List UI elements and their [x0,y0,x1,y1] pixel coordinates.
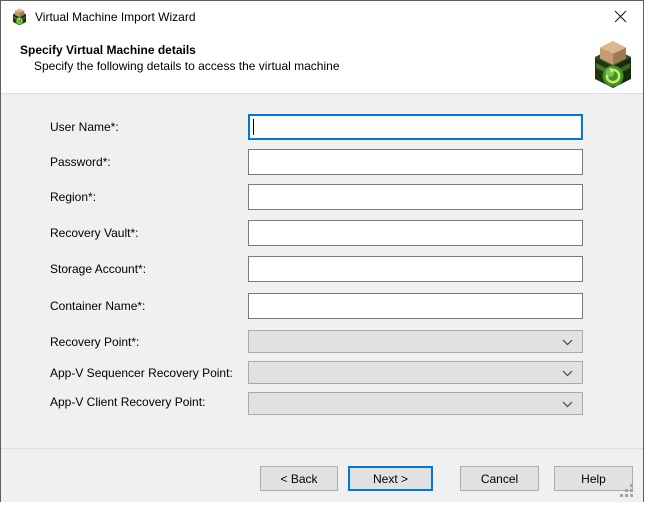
cancel-button[interactable]: Cancel [460,466,539,491]
vm-import-box-icon [11,8,28,26]
page-title: Specify Virtual Machine details [20,43,196,57]
recovery-vault-label: Recovery Vault*: [50,226,138,240]
window-title: Virtual Machine Import Wizard [35,10,196,24]
recovery-vault-field[interactable] [248,220,583,246]
chevron-down-icon [562,335,573,349]
next-button[interactable]: Next > [348,466,433,491]
user-name-field[interactable] [248,114,583,140]
container-name-field[interactable] [248,293,583,319]
user-name-label: User Name*: [50,120,119,134]
recovery-point-label: Recovery Point*: [50,335,139,349]
region-field[interactable] [248,184,583,210]
close-icon[interactable] [603,3,637,30]
chevron-down-icon [562,366,573,380]
appv-client-recovery-point-dropdown[interactable] [248,392,583,415]
page-subtitle: Specify the following details to access … [34,59,340,73]
region-label: Region*: [50,190,96,204]
storage-account-field[interactable] [248,256,583,282]
vm-import-box-icon [591,40,635,90]
back-button[interactable]: < Back [260,466,338,491]
password-field[interactable] [248,149,583,175]
recovery-point-dropdown[interactable] [248,330,583,353]
appv-client-recovery-point-label: App-V Client Recovery Point: [50,395,205,409]
chevron-down-icon [562,397,573,411]
appv-sequencer-recovery-point-dropdown[interactable] [248,361,583,384]
resize-grip[interactable] [620,484,633,497]
appv-sequencer-recovery-point-label: App-V Sequencer Recovery Point: [50,366,233,380]
container-name-label: Container Name*: [50,299,145,313]
storage-account-label: Storage Account*: [50,262,146,276]
password-label: Password*: [50,155,111,169]
text-caret [253,119,254,135]
title-bar[interactable]: Virtual Machine Import Wizard [1,1,643,32]
vm-import-wizard-dialog: Virtual Machine Import Wizard Specify Vi… [0,0,644,502]
